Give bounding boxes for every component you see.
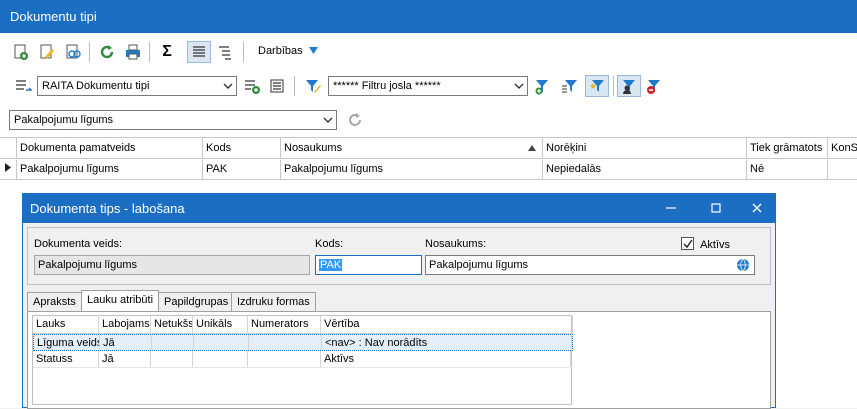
filter-edit-icon[interactable] [303, 76, 323, 96]
add-view-icon[interactable] [242, 76, 262, 96]
column-header[interactable]: Nosaukums [281, 138, 543, 158]
column-header[interactable]: Kods [203, 138, 281, 158]
dialog-titlebar: Dokumenta tips - labošana [23, 194, 775, 223]
reload-icon[interactable] [345, 110, 365, 130]
table-cell[interactable] [151, 351, 193, 367]
column-header[interactable]: KonS [828, 138, 857, 158]
chevron-down-icon [323, 117, 333, 123]
column-header[interactable]: Tiek grāmatots [747, 138, 828, 158]
document-type-select[interactable]: Pakalpojumu līgums [9, 110, 337, 130]
aktivs-label: Aktīvs [700, 239, 731, 251]
column-header-label: Nosaukums [284, 142, 343, 154]
column-header[interactable]: Dokumenta pamatveids [17, 138, 203, 158]
column-header[interactable]: Norēķini [543, 138, 747, 158]
table-cell[interactable]: Pakalpojumu līgums [281, 160, 543, 179]
view-list-icon[interactable] [13, 76, 33, 96]
view-select[interactable]: RAITA Dokumentu tipi [37, 76, 237, 96]
chevron-down-icon [514, 83, 524, 89]
column-header[interactable]: Vērtība [321, 316, 573, 333]
filter-select-value: ****** Filtru josla ****** [333, 80, 441, 92]
column-header[interactable]: Lauks [33, 316, 99, 333]
table-cell[interactable]: <nav> : Nav norādīts [322, 335, 572, 350]
aktivs-checkbox[interactable]: Aktīvs [681, 235, 730, 251]
sum-icon[interactable]: Σ [157, 42, 177, 62]
nosaukums-input[interactable]: Pakalpojumu līgums [425, 255, 755, 275]
user-filter-icon[interactable] [617, 75, 641, 97]
tab-papildgrupas[interactable]: Papildgrupas [158, 292, 235, 311]
darbibas-label: Darbības [258, 45, 303, 57]
veids-field: Pakalpojumu līgums [34, 255, 310, 275]
close-icon[interactable] [747, 198, 767, 218]
tab-apraksts[interactable]: Apraksts [27, 292, 82, 311]
print-icon[interactable] [123, 42, 143, 62]
attributes-grid: Lauks Labojams Netukšs Unikāls Numerator… [32, 315, 573, 405]
kods-value: PAK [319, 259, 343, 271]
nosaukums-label: Nosaukums: [425, 238, 487, 250]
dialog-title: Dokumenta tips - labošana [30, 201, 185, 216]
chevron-down-icon [308, 47, 318, 54]
sort-asc-icon [528, 145, 536, 151]
edit-icon[interactable] [37, 42, 57, 62]
kods-input[interactable]: PAK [315, 255, 422, 275]
list-view-icon[interactable] [187, 41, 211, 63]
table-cell[interactable]: Pakalpojumu līgums [17, 160, 203, 179]
table-cell[interactable]: Nē [747, 160, 828, 179]
attributes-header: Lauks Labojams Netukšs Unikāls Numerator… [33, 316, 573, 334]
kods-label: Kods: [315, 238, 344, 250]
table-cell[interactable] [249, 335, 322, 350]
maximize-icon[interactable] [706, 198, 726, 218]
table-cell[interactable] [248, 351, 321, 367]
table-cell[interactable] [193, 351, 248, 367]
grid-header: Dokumenta pamatveids Kods Nosaukums Norē… [0, 137, 857, 159]
tree-view-icon[interactable] [215, 42, 235, 62]
table-row[interactable]: Statuss Jā Aktīvs [33, 351, 573, 368]
filter-select[interactable]: ****** Filtru josla ****** [328, 76, 528, 96]
refresh-icon[interactable] [97, 42, 117, 62]
document-type-value: Pakalpojumu līgums [14, 114, 114, 126]
view-icon[interactable] [63, 42, 83, 62]
column-header[interactable]: Numerators [248, 316, 321, 333]
view-settings-icon[interactable] [268, 76, 288, 96]
nosaukums-value: Pakalpojumu līgums [429, 259, 529, 271]
table-cell[interactable]: Jā [99, 351, 151, 367]
filter-sort-icon[interactable] [559, 76, 579, 96]
table-row[interactable]: Pakalpojumu līgums PAK Pakalpojumu līgum… [0, 160, 857, 180]
table-cell[interactable]: Jā [100, 335, 152, 350]
window-titlebar: Dokumentu tipi [0, 0, 857, 33]
table-row[interactable]: Līguma veids Jā <nav> : Nav norādīts [33, 334, 573, 351]
column-header[interactable]: Labojams [99, 316, 151, 333]
column-header[interactable]: Unikāls [193, 316, 248, 333]
table-cell[interactable]: Līguma veids [34, 335, 100, 350]
table-cell[interactable]: PAK [203, 160, 281, 179]
row-pointer-icon [5, 163, 11, 172]
table-cell[interactable]: Aktīvs [321, 351, 571, 367]
table-cell[interactable] [152, 335, 194, 350]
edit-dialog: Dokumenta tips - labošana Dokumenta veid… [22, 193, 776, 409]
column-header[interactable]: Netukšs [151, 316, 193, 333]
new-icon[interactable] [11, 42, 31, 62]
filter-star-icon[interactable] [585, 75, 609, 97]
tab-lauku-atributi[interactable]: Lauku atribūti [81, 290, 160, 312]
window-title: Dokumentu tipi [10, 9, 97, 24]
table-cell[interactable]: Statuss [33, 351, 99, 367]
attributes-panel: Lauks Labojams Netukšs Unikāls Numerator… [27, 311, 771, 409]
header-panel: Dokumenta veids: Kods: Nosaukums: Aktīvs… [27, 227, 771, 285]
table-cell[interactable] [194, 335, 249, 350]
view-select-value: RAITA Dokumentu tipi [42, 80, 150, 92]
chevron-down-icon [223, 83, 233, 89]
tab-izdruku-formas[interactable]: Izdruku formas [231, 292, 316, 311]
veids-value: Pakalpojumu līgums [38, 259, 138, 271]
darbibas-menu[interactable]: Darbības [258, 45, 318, 57]
veids-label: Dokumenta veids: [34, 238, 123, 250]
add-filter-icon[interactable] [533, 76, 553, 96]
table-cell[interactable]: Nepiedalās [543, 160, 747, 179]
check-icon [681, 237, 694, 250]
minimize-icon[interactable] [661, 198, 681, 218]
clear-filter-icon[interactable] [644, 76, 664, 96]
table-cell[interactable] [828, 160, 857, 179]
globe-icon[interactable] [736, 258, 750, 272]
